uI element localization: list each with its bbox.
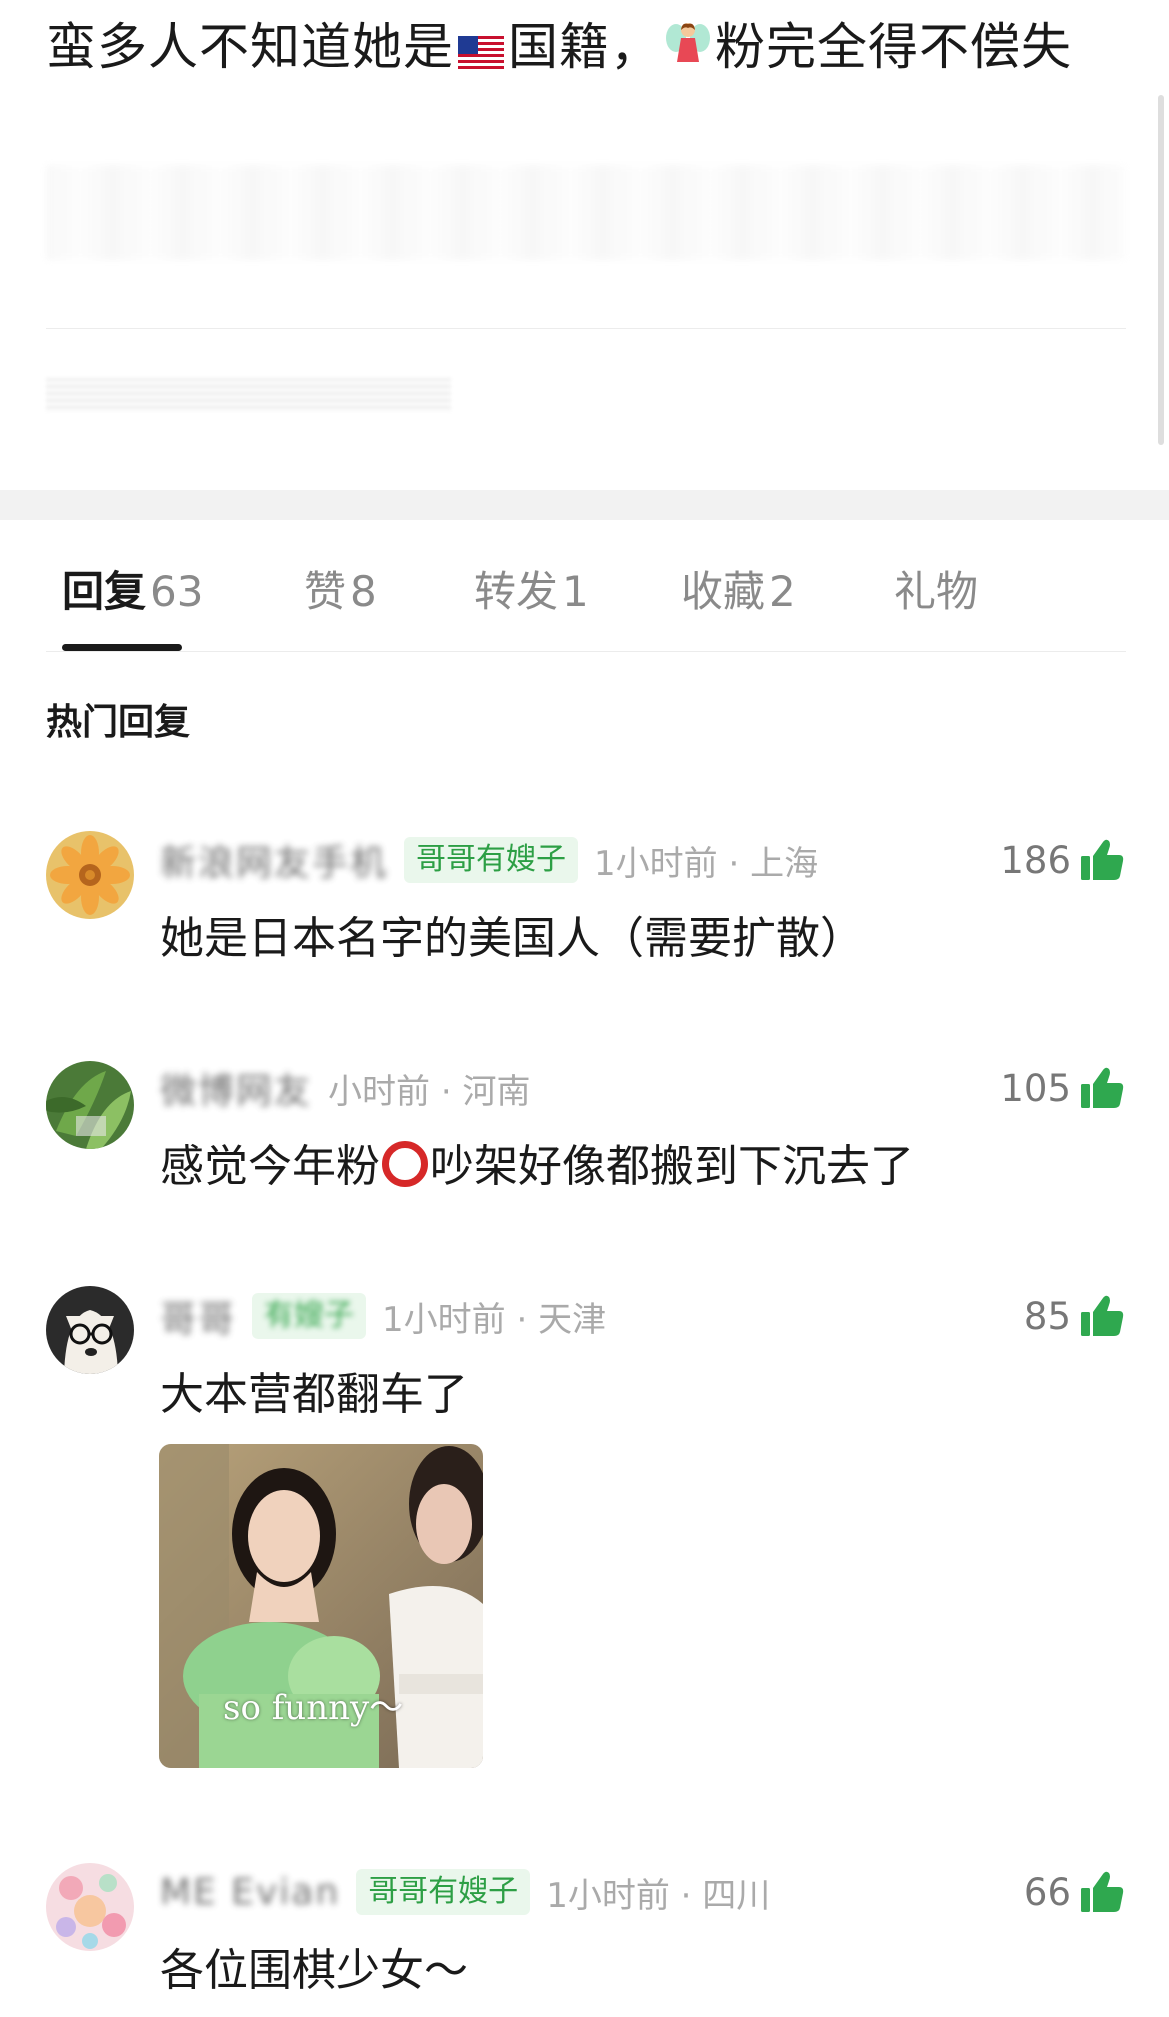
blurred-meta <box>46 378 451 412</box>
fan-badge[interactable]: 哥哥有嫂子 <box>404 837 579 883</box>
time-location: 1小时前 · 天津 <box>382 1299 607 1340</box>
gif-caption: so funny～ <box>223 1688 404 1728</box>
section-gap <box>0 490 1169 520</box>
divider <box>46 328 1126 329</box>
tab-gifts[interactable]: 礼物 <box>894 558 982 619</box>
tab-bar: 回复63 赞8 转发1 收藏2 礼物 <box>46 538 1126 653</box>
avatar[interactable] <box>46 831 134 919</box>
comment-meta: 微博网友 小时前 · 河南 <box>160 1058 530 1118</box>
tab-replies[interactable]: 回复63 <box>62 558 203 619</box>
post-title-text-1: 蛮多人不知道她是 <box>46 18 454 76</box>
tab-label: 转发 <box>474 567 559 616</box>
fan-badge[interactable]: 哥哥有嫂子 <box>356 1869 531 1915</box>
avatar[interactable] <box>46 1286 134 1374</box>
post-title-text-3: 粉完全得不偿失 <box>715 18 1072 76</box>
post-title: 蛮多人不知道她是 国籍， 粉完全得不偿失 <box>46 6 1136 95</box>
like-button[interactable]: 66 <box>1024 1862 1125 1922</box>
comment-text-1: 感觉今年粉 <box>160 1141 380 1192</box>
fan-badge-text: 有嫂子 <box>264 1298 355 1333</box>
divider <box>46 651 1126 652</box>
username[interactable]: 微博网友 <box>160 1062 312 1114</box>
scrollbar[interactable] <box>1158 95 1164 445</box>
tab-label: 回复 <box>62 567 147 616</box>
tab-count: 8 <box>350 567 377 616</box>
like-button[interactable]: 186 <box>1000 830 1125 890</box>
like-count: 85 <box>1023 1294 1071 1338</box>
tab-label: 收藏 <box>681 567 766 616</box>
fairy-icon <box>665 12 711 95</box>
comment-meta: 哥哥 有嫂子 1小时前 · 天津 <box>160 1286 606 1346</box>
like-button[interactable]: 85 <box>1024 1286 1125 1346</box>
tab-label: 赞 <box>304 567 347 616</box>
comment-meta: 新浪网友手机 哥哥有嫂子 1小时前 · 上海 <box>160 830 818 890</box>
username[interactable]: 哥哥 <box>160 1290 236 1342</box>
thumbs-up-icon <box>1081 1067 1124 1108</box>
time-location: 1小时前 · 四川 <box>546 1875 771 1916</box>
tab-favorites[interactable]: 收藏2 <box>681 558 796 619</box>
red-circle-icon <box>382 1141 428 1187</box>
username[interactable]: 新浪网友手机 <box>160 834 388 886</box>
time-location: 小时前 · 河南 <box>328 1071 531 1112</box>
comment-gif-image[interactable]: so funny～ <box>159 1444 483 1768</box>
tab-label: 礼物 <box>894 567 979 616</box>
like-count: 105 <box>1000 1066 1071 1110</box>
time-location: 1小时前 · 上海 <box>594 843 819 884</box>
like-count: 66 <box>1023 1870 1071 1914</box>
tab-reposts[interactable]: 转发1 <box>474 558 589 619</box>
avatar[interactable] <box>46 1061 134 1149</box>
blurred-content <box>46 165 1126 260</box>
thumbs-up-icon <box>1081 1295 1124 1336</box>
tab-count: 2 <box>769 567 796 616</box>
like-button[interactable]: 105 <box>1000 1058 1125 1118</box>
comment-meta: ME Evian 哥哥有嫂子 1小时前 · 四川 <box>160 1862 770 1922</box>
us-flag-icon <box>458 12 504 95</box>
comment-text: 各位围棋少女～ <box>160 1945 468 1996</box>
username[interactable]: ME Evian <box>160 1872 340 1913</box>
thumbs-up-icon <box>1081 1871 1124 1912</box>
tab-likes[interactable]: 赞8 <box>304 558 377 619</box>
comment-text: 她是日本名字的美国人（需要扩散） <box>160 913 864 964</box>
fan-badge[interactable]: 有嫂子 <box>252 1293 367 1339</box>
comment-text-2: 吵架好像都搬到下沉去了 <box>430 1141 914 1192</box>
hot-replies-heading: 热门回复 <box>46 702 191 743</box>
like-count: 186 <box>1000 838 1071 882</box>
avatar[interactable] <box>46 1863 134 1951</box>
active-tab-indicator <box>62 644 182 651</box>
tab-count: 1 <box>562 567 589 616</box>
thumbs-up-icon <box>1081 839 1124 880</box>
comment-text: 大本营都翻车了 <box>160 1369 468 1420</box>
tab-count: 63 <box>150 567 204 616</box>
comment-text: 感觉今年粉 吵架好像都搬到下沉去了 <box>160 1130 914 1194</box>
post-title-text-2: 国籍， <box>508 18 661 76</box>
